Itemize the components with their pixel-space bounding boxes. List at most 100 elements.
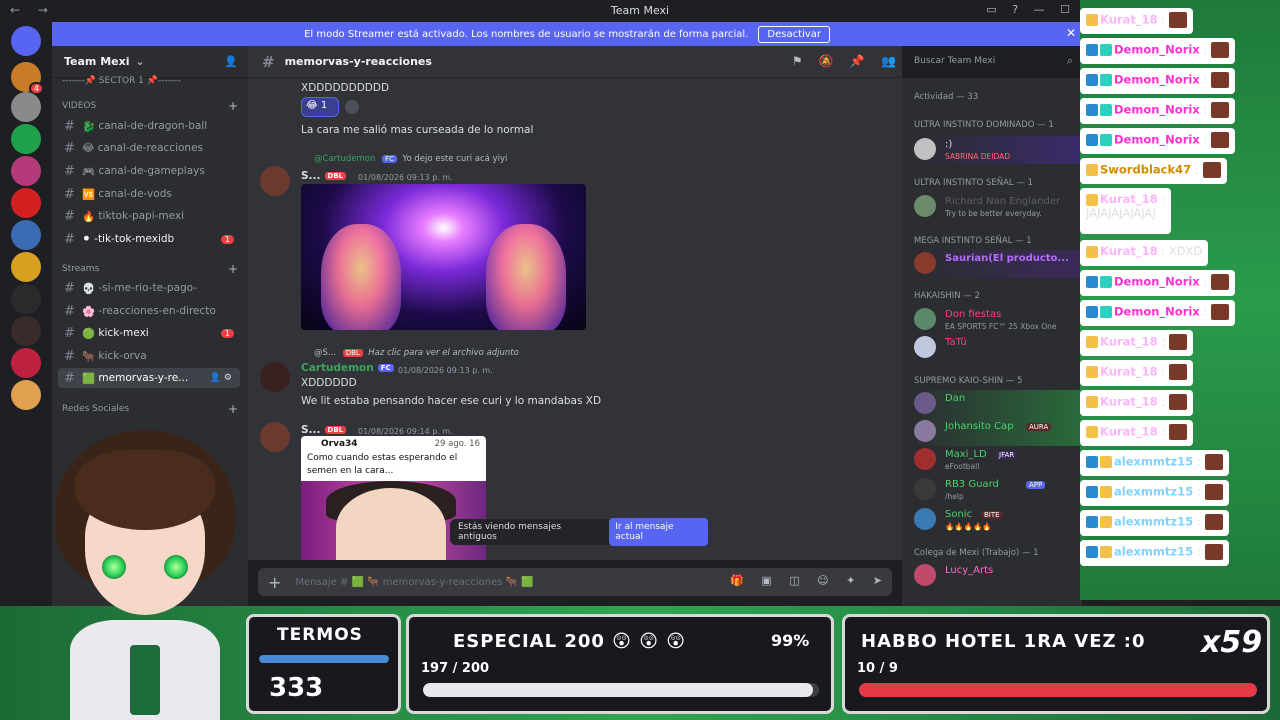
upload-plus-icon[interactable]: + xyxy=(268,573,281,592)
member-item[interactable]: :) SABRINA DEIDAD xyxy=(912,136,1080,164)
channel-item[interactable]: # 🐂 kick-orva xyxy=(58,346,240,366)
help-icon[interactable]: ? xyxy=(1012,3,1018,16)
image-attachment[interactable] xyxy=(301,184,586,330)
member-item[interactable]: Lucy_Arts xyxy=(912,562,1080,590)
message-author[interactable]: Cartudemon FC xyxy=(301,362,394,374)
hash-icon: # xyxy=(64,208,75,224)
settings-icon[interactable]: 👤 ⚙ xyxy=(210,373,232,383)
reply-preview[interactable]: @S... DBL Haz clic para ver el archivo a… xyxy=(314,348,519,358)
activity-header[interactable]: Actividad — 33 xyxy=(914,92,978,102)
inbox-icon[interactable]: ▭ xyxy=(986,3,996,16)
server-icon[interactable] xyxy=(11,284,41,314)
channel-item[interactable]: # 🆚 canal-de-vods xyxy=(58,184,240,204)
server-icon[interactable] xyxy=(11,380,41,410)
category-redes[interactable]: Redes Sociales + xyxy=(62,402,238,416)
especial-count: 197 / 200 xyxy=(421,661,490,676)
apps-icon[interactable]: ✦ xyxy=(846,574,855,587)
member-item[interactable]: Dan xyxy=(912,390,1080,418)
add-channel-icon[interactable]: + xyxy=(228,262,238,276)
tweet-date: 29 ago. 16 xyxy=(434,439,480,449)
badge-icon xyxy=(1086,546,1098,558)
emote-icon xyxy=(1211,102,1230,118)
member-item[interactable]: TaTü xyxy=(912,334,1080,362)
category-streams[interactable]: Streams + xyxy=(62,262,238,276)
badge-icon xyxy=(1100,456,1112,468)
badge-icon xyxy=(1086,516,1098,528)
server-icon[interactable] xyxy=(11,348,41,378)
avatar[interactable] xyxy=(260,166,290,196)
channel-item[interactable]: # 🔥 tiktok-papi-mexi xyxy=(58,206,240,226)
avatar xyxy=(914,508,936,530)
category-sector[interactable]: -------📌 SECTOR 1 📌------- xyxy=(62,76,181,86)
jump-to-present-button[interactable]: Ir al mensaje actual xyxy=(609,518,708,546)
avatar[interactable] xyxy=(260,422,290,452)
threads-icon[interactable]: ⚑ xyxy=(792,54,803,68)
notification-icon[interactable]: 🔕 xyxy=(819,54,834,68)
avatar-eye xyxy=(102,555,126,579)
avatar xyxy=(914,138,936,160)
chat-message: Kurat_18 : XDXD xyxy=(1080,240,1209,266)
server-icon[interactable] xyxy=(11,92,41,122)
timestamp: 01/08/2026 09:13 p. m. xyxy=(358,173,453,182)
emote-icon xyxy=(1169,12,1188,28)
emote-icon xyxy=(1211,274,1230,290)
server-icon[interactable] xyxy=(11,188,41,218)
channel-item[interactable]: # 🎮 canal-de-gameplays xyxy=(58,161,240,181)
emote-icon xyxy=(1204,514,1223,530)
member-item[interactable]: Johansito Cap AURA xyxy=(912,418,1080,446)
server-icon[interactable]: 4 xyxy=(11,62,44,95)
server-header[interactable]: Team Mexi ⌄ 👤 xyxy=(52,46,248,78)
member-item[interactable]: RB3 Guard APP /help xyxy=(912,476,1080,504)
search-input[interactable]: Buscar Team Mexi ⌕ xyxy=(908,52,1078,72)
especial-percent: 99% xyxy=(771,631,810,650)
add-channel-icon[interactable]: + xyxy=(228,99,238,113)
discord-home-icon[interactable] xyxy=(11,26,41,56)
channel-item[interactable]: # 💀 -si-me-rio-te-pago- xyxy=(58,278,240,298)
role-group-title: Colega de Mexi (Trabajo) — 1 xyxy=(914,548,1039,558)
chat-message: alexmmtz15 : xyxy=(1080,510,1229,536)
member-item[interactable]: Saurian(El producto... xyxy=(912,250,1080,278)
send-icon[interactable]: ➤ xyxy=(873,574,882,587)
invite-icon[interactable]: 👤 xyxy=(224,55,238,68)
reply-preview[interactable]: @Cartudemon FC Yo dejo este curi acá yiy… xyxy=(314,154,507,164)
member-item[interactable]: Maxi_LD JFAR eFootball xyxy=(912,446,1080,474)
message-composer[interactable]: + Mensaje # 🟩 🐂 memorvas-y-reacciones 🐂 … xyxy=(258,568,892,596)
member-item[interactable]: Sonic BITE 🔥🔥🔥🔥🔥 xyxy=(912,506,1080,534)
sticker-icon[interactable]: ◫ xyxy=(789,574,799,587)
channel-item[interactable]: # 🐉 canal-de-dragon-ball xyxy=(58,116,240,136)
channel-item[interactable]: # 🟢 kick-mexi 1 xyxy=(58,323,240,343)
add-channel-icon[interactable]: + xyxy=(228,402,238,416)
server-icon[interactable] xyxy=(11,316,41,346)
channel-item-active[interactable]: # 🟩 memorvas-y-re... 👤 ⚙ xyxy=(58,368,240,388)
pin-icon[interactable]: 📌 xyxy=(850,54,865,68)
add-reaction-icon[interactable] xyxy=(345,100,359,114)
deactivate-button[interactable]: Desactivar xyxy=(758,25,830,43)
channel-item[interactable]: # 🌸 -reacciones-en-directo xyxy=(58,301,240,321)
gift-icon[interactable]: 🎁 xyxy=(730,574,744,587)
emoji-icon[interactable]: ☺ xyxy=(817,574,828,587)
chevron-down-icon[interactable]: ⌄ xyxy=(136,55,145,68)
emote-icon xyxy=(1204,544,1223,560)
chat-message: Kurat_18 : xyxy=(1080,360,1194,386)
category-videos[interactable]: VIDEOS + xyxy=(62,99,238,113)
member-item[interactable]: Don fiestas EA SPORTS FC™ 25 Xbox One xyxy=(912,306,1080,334)
server-icon[interactable] xyxy=(11,124,41,154)
gif-icon[interactable]: ▣ xyxy=(761,574,771,587)
reaction-chip[interactable]: 😂 1 xyxy=(301,97,339,117)
server-icon[interactable] xyxy=(11,220,41,250)
unread-badge: 1 xyxy=(220,234,234,244)
maximize-button[interactable]: ☐ xyxy=(1060,3,1070,16)
close-icon[interactable]: ✕ xyxy=(1066,26,1076,40)
especial-goal-card: ESPECIAL 200 😲 😲 😲 99% 197 / 200 xyxy=(406,614,834,714)
message-author[interactable]: S... DBL xyxy=(301,424,347,436)
server-icon[interactable] xyxy=(11,252,41,282)
message-author[interactable]: S... DBL xyxy=(301,170,347,182)
server-icon[interactable] xyxy=(11,156,41,186)
member-item[interactable]: Richard Nan Englander Try to be better e… xyxy=(912,193,1080,221)
avatar xyxy=(914,392,936,414)
channel-item[interactable]: # 😂 canal-de-reacciones xyxy=(58,138,240,158)
avatar[interactable] xyxy=(260,362,290,392)
member-list-icon[interactable]: 👥 xyxy=(881,54,896,68)
channel-item[interactable]: # ⚫ -tik-tok-mexidb 1 xyxy=(58,229,240,249)
minimize-button[interactable]: — xyxy=(1034,3,1045,16)
